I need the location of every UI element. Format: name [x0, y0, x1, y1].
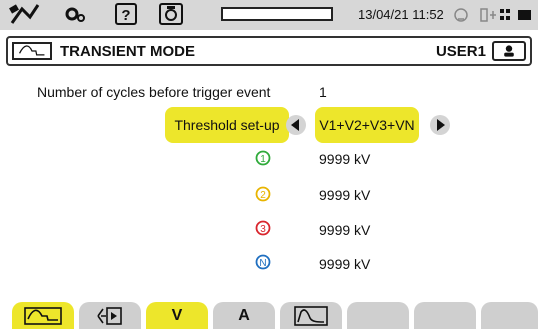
svg-text:2: 2 — [260, 190, 266, 201]
tab-current-label: A — [238, 306, 250, 324]
envelope-icon — [294, 305, 328, 326]
tab-envelope[interactable] — [280, 302, 342, 329]
tab-voltage[interactable]: V — [146, 302, 208, 329]
user-name: USER1 — [435, 43, 486, 60]
next-arrow-icon[interactable] — [430, 115, 450, 135]
tab-empty-2 — [414, 302, 476, 329]
mode-header: TRANSIENT MODE USER1 — [6, 36, 532, 66]
channel-n-threshold[interactable]: 9999 kV — [319, 256, 370, 272]
battery-icon — [518, 10, 531, 20]
camera-icon[interactable] — [158, 3, 184, 25]
threshold-setup-button[interactable]: Threshold set-up — [165, 107, 289, 143]
satellite-icon[interactable] — [8, 3, 42, 25]
tab-transient-mode[interactable] — [12, 302, 74, 329]
tab-empty-1 — [347, 302, 409, 329]
progress-bar — [221, 7, 333, 21]
channel-1-threshold[interactable]: 9999 kV — [319, 151, 370, 167]
status-bar: ? 13/04/21 11:52 — [0, 0, 538, 30]
capture-icon — [97, 306, 122, 325]
tab-current[interactable]: A — [213, 302, 275, 329]
tab-voltage-label: V — [171, 306, 183, 324]
threshold-setup-label: Threshold set-up — [174, 117, 280, 133]
transient-mode-icon — [12, 42, 52, 60]
previous-arrow-icon[interactable] — [286, 115, 306, 135]
tab-empty-3 — [481, 302, 538, 329]
cycles-value[interactable]: 1 — [319, 84, 327, 100]
page-title: TRANSIENT MODE — [60, 43, 195, 60]
tab-capture[interactable] — [79, 302, 141, 329]
svg-text:1: 1 — [260, 154, 266, 165]
help-icon[interactable]: ? — [114, 3, 138, 25]
user-icon[interactable] — [492, 41, 526, 61]
channel-3-icon: 3 — [255, 220, 271, 236]
cycles-label: Number of cycles before trigger event — [37, 84, 271, 100]
svg-text:?: ? — [121, 7, 130, 24]
network-icon — [480, 8, 510, 22]
svg-text:3: 3 — [260, 224, 266, 235]
channel-2-icon: 2 — [255, 186, 271, 202]
settings-icon[interactable] — [62, 3, 86, 25]
transient-wave-icon — [24, 306, 62, 325]
threshold-value-selector[interactable]: V1+V2+V3+VN — [315, 107, 419, 143]
channel-3-threshold[interactable]: 9999 kV — [319, 222, 370, 238]
sync-icon — [454, 8, 468, 22]
channel-2-threshold[interactable]: 9999 kV — [319, 187, 370, 203]
channel-1-icon: 1 — [255, 150, 271, 166]
svg-text:N: N — [259, 258, 266, 269]
datetime: 13/04/21 11:52 — [358, 7, 444, 22]
channel-n-icon: N — [255, 254, 271, 270]
threshold-value: V1+V2+V3+VN — [319, 117, 415, 133]
